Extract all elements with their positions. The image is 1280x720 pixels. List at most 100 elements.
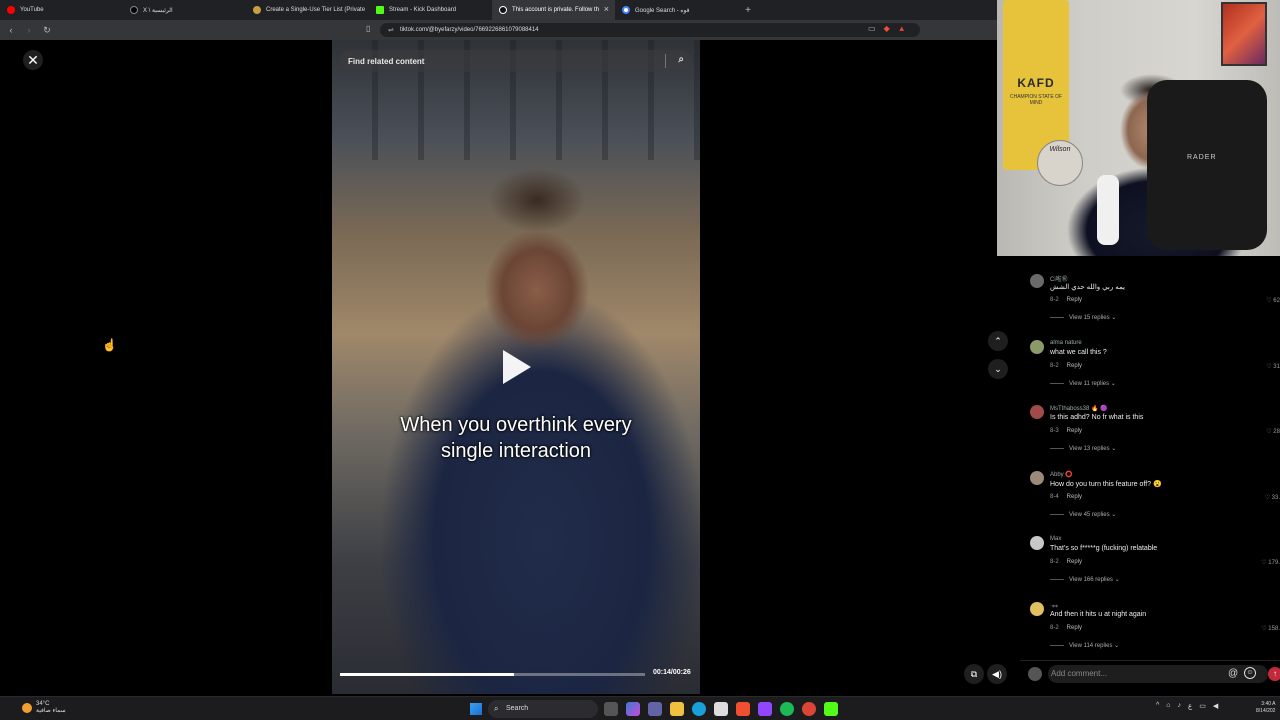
clock[interactable]: 3:40 A 8/14/202 — [1256, 701, 1275, 715]
emoji-icon[interactable]: ☺ — [1244, 667, 1256, 679]
view-replies-button[interactable]: View 15 replies ⌄ — [1050, 314, 1116, 321]
like-count[interactable]: ♡ 62 — [1266, 297, 1280, 304]
pip-icon[interactable]: ⧉ — [964, 664, 984, 684]
like-count[interactable]: ♡ 179. — [1261, 559, 1280, 566]
avatar[interactable] — [1030, 602, 1044, 616]
url-field[interactable]: ⇌ tiktok.com/@byefarzy/video/76692268610… — [380, 23, 920, 37]
edge-icon[interactable] — [692, 702, 706, 716]
reply-button[interactable]: Reply — [1067, 363, 1082, 369]
taskbar-search[interactable]: ⌕ Search — [488, 700, 598, 718]
weather-text: سماء صافية — [36, 708, 66, 714]
reply-button[interactable]: Reply — [1067, 494, 1082, 500]
play-icon[interactable] — [503, 350, 531, 384]
comment-item: MsTthaboss38 🔥 🟣 Is this adhd? No fr wha… — [1020, 395, 1280, 460]
browser-tab[interactable]: Create a Single-Use Tier List (Private — [246, 0, 369, 20]
chair-text: RADER — [1187, 154, 1217, 161]
site-info-icon[interactable]: ⇌ — [388, 26, 394, 34]
clock-time: 3:40 A — [1261, 701, 1276, 707]
twitch-app-icon[interactable] — [758, 702, 772, 716]
reply-button[interactable]: Reply — [1067, 297, 1082, 303]
comment-username[interactable]: Max — [1050, 536, 1061, 542]
comment-username[interactable]: Abby ⭕ — [1050, 471, 1073, 478]
find-related-search[interactable]: Find related content ⌕ — [340, 50, 692, 72]
avatar — [1028, 667, 1042, 681]
view-replies-button[interactable]: View 114 replies ⌄ — [1050, 642, 1119, 649]
teams-icon[interactable] — [648, 702, 662, 716]
store-icon[interactable] — [714, 702, 728, 716]
close-tab-icon[interactable]: × — [604, 4, 609, 14]
ball-text: Wilson — [1049, 146, 1071, 153]
network-icon[interactable]: ⌂ — [1166, 702, 1170, 710]
weather-widget[interactable]: 34°C سماء صافية — [22, 701, 66, 715]
language-icon[interactable]: ع — [1188, 702, 1192, 710]
browser-tab[interactable]: Google Search - قوه — [615, 0, 738, 20]
tab-title: X \ الرئيسية — [143, 7, 173, 14]
avatar[interactable] — [1030, 405, 1044, 419]
kick-app-icon[interactable] — [824, 702, 838, 716]
like-count[interactable]: ♡ 33. — [1265, 494, 1280, 501]
mic-icon[interactable]: ♪ — [1178, 702, 1182, 710]
view-replies-button[interactable]: View 166 replies ⌄ — [1050, 576, 1120, 583]
video-progress-bar[interactable] — [340, 673, 645, 676]
avatar[interactable] — [1030, 471, 1044, 485]
view-replies-button[interactable]: View 45 replies ⌄ — [1050, 511, 1116, 518]
chrome-icon[interactable] — [802, 702, 816, 716]
cast-icon[interactable]: ▭ — [868, 24, 876, 33]
comment-username[interactable]: alma nature — [1050, 340, 1082, 346]
windows-start-icon[interactable] — [470, 703, 482, 715]
avatar[interactable] — [1030, 340, 1044, 354]
send-icon[interactable]: ↑ — [1268, 667, 1280, 681]
task-view-icon[interactable] — [604, 702, 618, 716]
search-icon[interactable]: ⌕ — [678, 54, 684, 65]
next-video-button[interactable]: ⌄ — [988, 359, 1008, 379]
tierlist-icon — [253, 6, 261, 14]
like-count[interactable]: ♡ 31 — [1266, 363, 1280, 370]
reply-button[interactable]: Reply — [1067, 625, 1082, 631]
display-icon[interactable]: ▭ — [1199, 702, 1206, 710]
x-icon — [130, 6, 138, 14]
comment-username[interactable]: Ci啦㊗ — [1050, 274, 1068, 283]
brave-rewards-icon[interactable]: ▲ — [898, 24, 906, 33]
browser-tab[interactable]: Stream - Kick Dashboard — [369, 0, 492, 20]
previous-video-button[interactable]: ⌃ — [988, 331, 1008, 351]
brave-icon[interactable] — [736, 702, 750, 716]
browser-tab[interactable]: X \ الرئيسية — [123, 0, 246, 20]
view-replies-button[interactable]: View 13 replies ⌄ — [1050, 445, 1116, 452]
mention-icon[interactable]: @ — [1228, 668, 1238, 679]
forward-icon[interactable]: › — [22, 25, 36, 35]
spotify-icon[interactable] — [780, 702, 794, 716]
caption-line: When you overthink every — [400, 414, 632, 436]
reply-button[interactable]: Reply — [1067, 428, 1082, 434]
reload-icon[interactable]: ↻ — [40, 25, 54, 36]
tab-title: Google Search - قوه — [635, 7, 690, 14]
comment-date: 8-4 — [1050, 494, 1059, 500]
avatar[interactable] — [1030, 536, 1044, 550]
avatar[interactable] — [1030, 274, 1044, 288]
comment-username[interactable]: ·⁎⁎ — [1050, 602, 1058, 609]
close-icon[interactable]: ✕ — [23, 50, 43, 70]
comment-text: How do you turn this feature off? 😮 — [1050, 481, 1162, 488]
new-tab-button[interactable]: + — [738, 5, 758, 16]
search-icon: ⌕ — [494, 704, 499, 713]
bookmark-icon[interactable]: ▯ — [366, 24, 370, 33]
copilot-icon[interactable] — [626, 702, 640, 716]
comment-username[interactable]: MsTthaboss38 🔥 🟣 — [1050, 405, 1108, 412]
comment-date: 8-2 — [1050, 363, 1059, 369]
like-count[interactable]: ♡ 28 — [1266, 428, 1280, 435]
divider — [665, 54, 666, 68]
browser-tab[interactable]: YouTube — [0, 0, 123, 20]
file-explorer-icon[interactable] — [670, 702, 684, 716]
brave-shield-icon[interactable]: ◆ — [884, 24, 890, 33]
volume-icon[interactable]: ◀) — [987, 664, 1007, 684]
back-icon[interactable]: ‹ — [4, 25, 18, 35]
weather-temp: 34°C — [36, 701, 50, 707]
speaker-icon[interactable]: ◀ — [1213, 702, 1218, 710]
browser-tab-active[interactable]: This account is private. Follow th × — [492, 0, 615, 20]
like-count[interactable]: ♡ 158. — [1261, 625, 1280, 632]
view-replies-button[interactable]: View 11 replies ⌄ — [1050, 380, 1116, 387]
reply-button[interactable]: Reply — [1067, 559, 1082, 565]
tray-chevron-icon[interactable]: ^ — [1156, 702, 1159, 710]
comment-item: alma nature what we call this ? 8-2 Reply… — [1020, 330, 1280, 395]
comment-text: And then it hits u at night again — [1050, 611, 1147, 618]
comment-text: يمه ربي والله حدي الشش — [1050, 284, 1125, 291]
